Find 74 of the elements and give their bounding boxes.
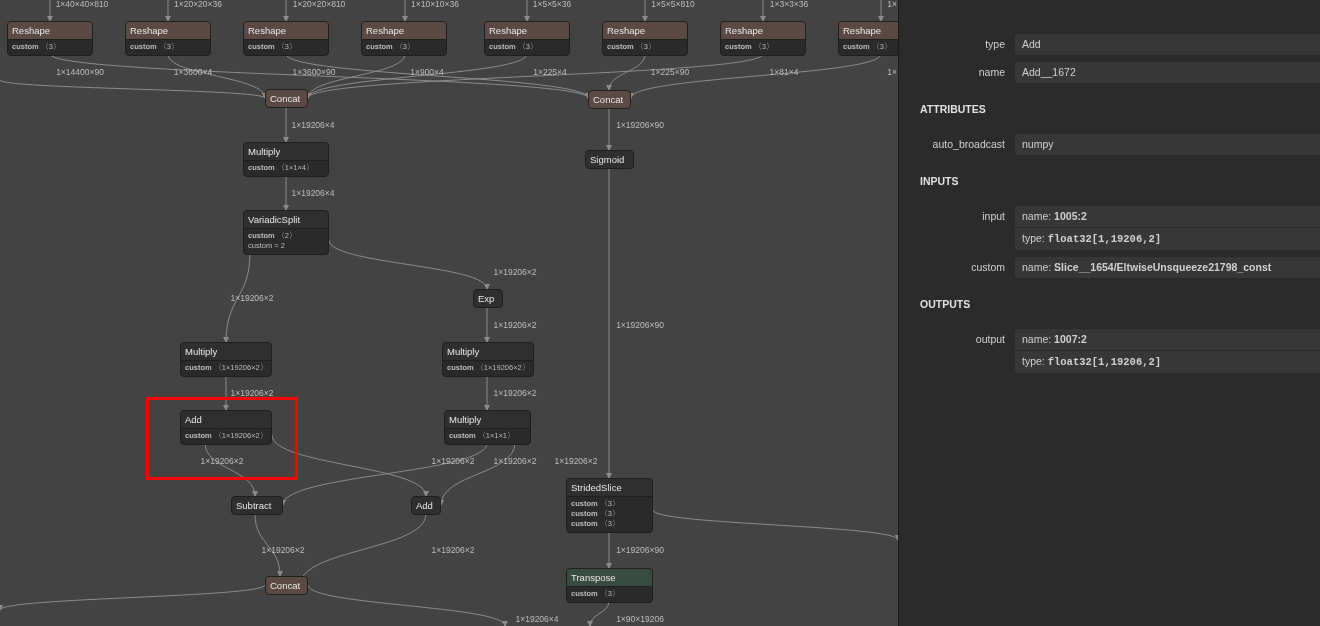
section-heading: ATTRIBUTES [919,102,987,117]
tensor-type: type: float32[1,19206,2] [1015,350,1320,373]
tensor-shape-label: 1×19206×90 [616,545,664,555]
node-title: Reshape [603,22,687,39]
node-title: VariadicSplit [244,211,328,228]
tensor-shape-label: 1×19206×90 [616,120,664,130]
tensor-shape-label: 1×900×4 [410,67,444,77]
node-title: Multiply [443,343,533,360]
property-value: numpy [1021,137,1055,152]
tensor-shape-label: 1×20×20×810 [292,0,346,9]
property-label: input [981,209,1006,224]
tensor-name: name: 1007:2 [1021,332,1088,347]
node-title: Reshape [244,22,328,39]
tensor-shape-label: 1×19206×4 [515,614,559,624]
tensor-shape-label: 1×19206×2 [200,456,244,466]
tensor-shape-label: 1×19206×2 [230,293,274,303]
tensor-shape-label: 1×10×10×36 [411,0,459,9]
tensor-shape-label: 1×19206×90 [616,320,664,330]
graph-node[interactable]: Concat [265,576,308,595]
tensor-shape-label: 1×14400×90 [56,67,104,77]
graph-node[interactable]: Concat [588,90,631,109]
node-title: Multiply [445,411,530,428]
graph-node[interactable]: Concat [265,89,308,108]
tensor-shape-label: 1×90×19206 [616,614,664,624]
node-title: Multiply [244,143,328,160]
node-title: Reshape [839,22,898,39]
tensor-shape-label: 1×19206×2 [493,267,537,277]
node-title: Reshape [126,22,210,39]
node-title: Reshape [362,22,446,39]
property-value: Add__1672 [1021,65,1077,80]
property-label: name [977,65,1006,80]
tensor-shape-label: 1×19206×4 [291,120,335,130]
tensor-shape-label: 1×19206×2 [493,388,537,398]
graph-node[interactable]: Exp [473,289,503,308]
property-value: Add [1021,37,1042,52]
tensor-shape-label: 1×5×5×810 [651,0,695,9]
tensor-shape-label: 1×40×40×810 [55,0,109,9]
tensor-shape-label: 1×20×20×36 [174,0,222,9]
tensor-shape-label: 1× [887,0,897,9]
tensor-shape-label: 1×225×4 [533,67,567,77]
node-title: Reshape [485,22,569,39]
tensor-name: name: Slice__1654/EltwiseUnsqueeze21798_const [1021,260,1273,275]
graph-node[interactable]: Sigmoid [585,150,634,169]
property-label: output [974,332,1006,347]
tensor-shape-label: 1×19206×2 [554,456,598,466]
tensor-name: name: 1005:2 [1021,209,1088,224]
tensor-shape-label: 1×5×5×36 [532,0,572,9]
tensor-shape-label: 1×19206×2 [431,456,475,466]
tensor-shape-label: 1×19206×2 [431,545,475,555]
tensor-shape-label: 1×3600×90 [292,67,336,77]
tensor-shape-label: 1×81×4 [769,67,799,77]
graph-node[interactable]: Add [411,496,441,515]
property-label: type [984,37,1006,52]
node-title: StridedSlice [567,479,652,496]
graph-node[interactable]: Subtract [231,496,283,515]
node-title: Reshape [8,22,92,39]
tensor-shape-label: 1×19206×4 [291,188,335,198]
tensor-shape-label: 1×19206×2 [230,388,274,398]
tensor-shape-label: 1×225×90 [650,67,690,77]
property-label: custom [970,260,1006,275]
node-title: Reshape [721,22,805,39]
property-label: auto_broadcast [931,137,1006,152]
section-heading: OUTPUTS [919,297,972,312]
tensor-shape-label: 1×19206×2 [493,456,537,466]
node-title: Multiply [181,343,271,360]
section-heading: INPUTS [919,174,960,189]
tensor-shape-label: 1×3600×4 [173,67,213,77]
tensor-shape-label: 1×19206×2 [493,320,537,330]
tensor-shape-label: 1×3×3×36 [769,0,809,9]
node-title: Transpose [567,569,652,586]
tensor-shape-label: 1× [887,67,897,77]
node-title: Add [181,411,271,428]
tensor-type: type: float32[1,19206,2] [1015,227,1320,250]
tensor-shape-label: 1×19206×2 [261,545,305,555]
